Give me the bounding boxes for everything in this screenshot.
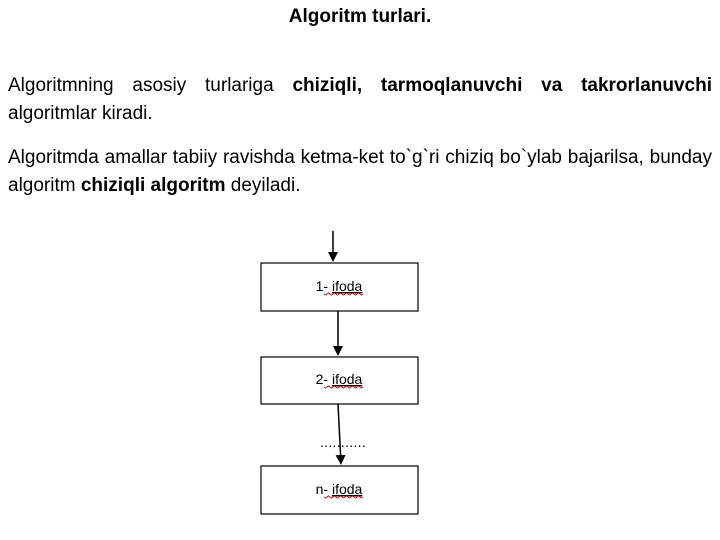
flowchart-box-n: n- ifoda [260,465,419,515]
box-2-label: 2- ifoda [316,371,363,387]
flowchart-box-2: 2- ifoda [260,356,419,405]
flowchart-ellipsis: ........... [320,434,366,450]
flowchart-box-1: 1- ifoda [260,262,419,312]
box-n-label: n- ifoda [316,481,363,497]
box-1-label: 1- ifoda [316,278,363,294]
linear-algorithm-flowchart: 1- ifoda 2- ifoda ........... n- ifoda [260,231,419,515]
